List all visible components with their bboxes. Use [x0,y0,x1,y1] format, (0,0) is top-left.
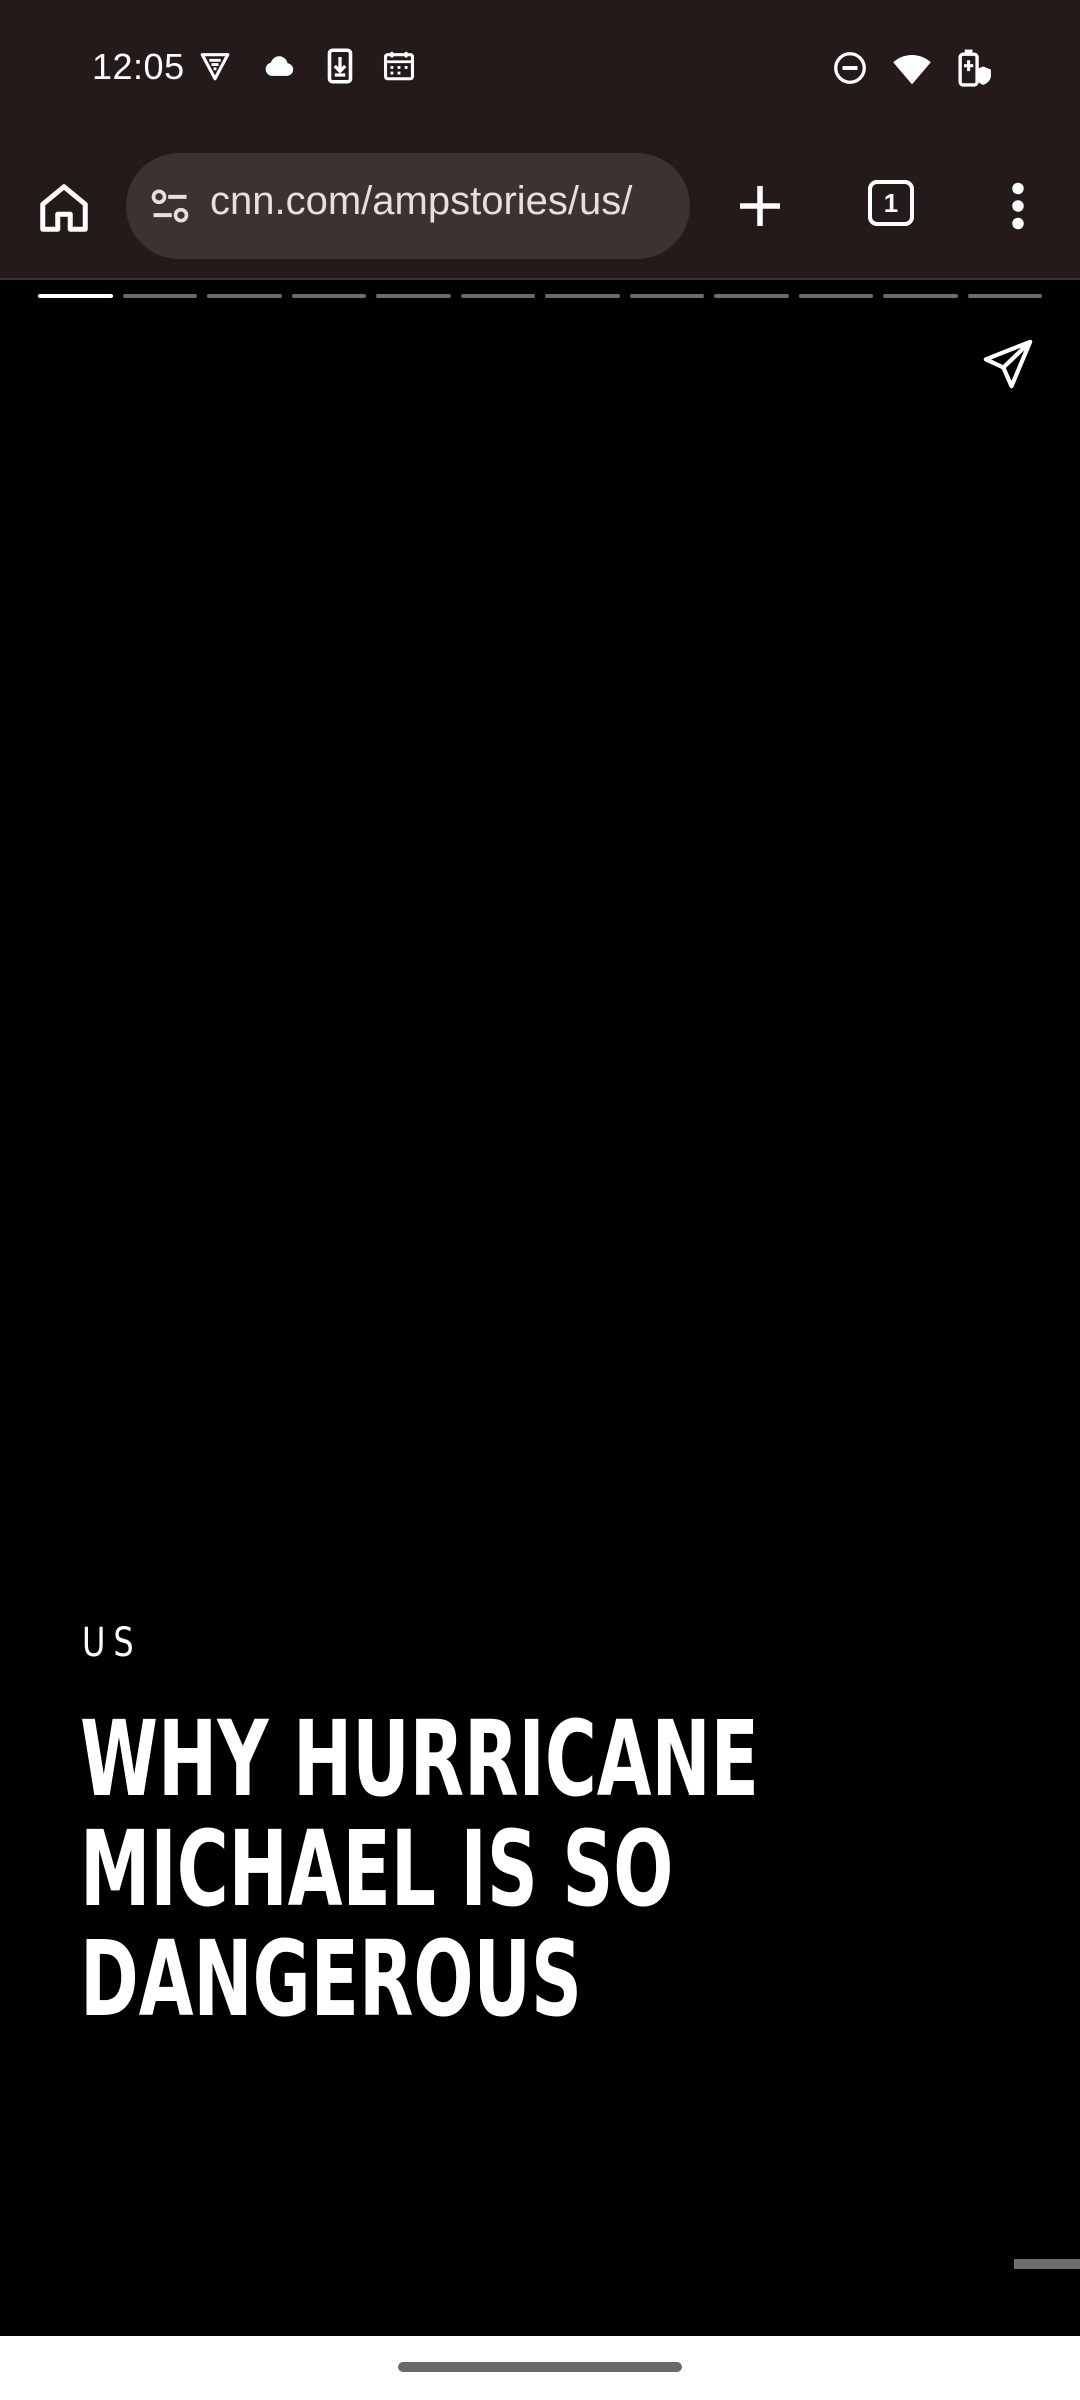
wifi-icon [892,50,932,86]
progress-segment [883,294,958,298]
battery-saver-icon [956,48,992,88]
status-right-icons [832,48,992,88]
story-section-label: US [82,1620,142,1666]
gesture-handle[interactable] [398,2362,682,2372]
url-text[interactable]: cnn.com/ampstories/us/ [210,179,670,224]
calendar-icon [382,49,416,83]
share-button[interactable] [980,336,1036,392]
home-button[interactable] [34,178,94,238]
headline-line: WHY HURRICANE [80,1698,759,1820]
download-icon [326,48,354,84]
progress-segment [376,294,451,298]
progress-segment [460,294,535,298]
url-bar[interactable]: cnn.com/ampstories/us/ [126,153,690,259]
story-progress-bar [38,294,1042,298]
send-icon [983,339,1033,389]
more-menu-button[interactable] [1000,176,1036,236]
progress-segment [967,294,1042,298]
headline-line: DANGEROUS [80,1918,582,2040]
plus-icon [740,186,780,226]
browser-toolbar: cnn.com/ampstories/us/ 1 [0,136,1080,280]
home-icon [40,184,88,232]
status-left-icons [198,48,416,84]
progress-segment [545,294,620,298]
more-vert-icon [1012,182,1024,230]
tab-switcher-button[interactable]: 1 [868,180,914,226]
progress-segment [798,294,873,298]
vpn-shield-icon [198,49,232,83]
progress-segment [207,294,282,298]
amp-story[interactable]: US WHY HURRICANE MICHAEL IS SO DANGEROUS [0,280,1080,2336]
status-time: 12:05 [92,46,185,87]
progress-segment [629,294,704,298]
cloud-icon [260,49,298,83]
progress-segment [122,294,197,298]
status-bar: 12:05 [0,0,1080,136]
new-tab-button[interactable] [730,176,790,236]
site-settings-icon[interactable] [148,184,192,228]
progress-segment [291,294,366,298]
next-page-indicator[interactable] [1014,2259,1080,2269]
headline-line: MICHAEL IS SO [80,1808,674,1930]
progress-segment [38,294,113,298]
navigation-bar [0,2336,1080,2400]
story-headline: WHY HURRICANE MICHAEL IS SO DANGEROUS [80,1698,759,2040]
progress-segment [714,294,789,298]
do-not-disturb-icon [832,50,868,86]
